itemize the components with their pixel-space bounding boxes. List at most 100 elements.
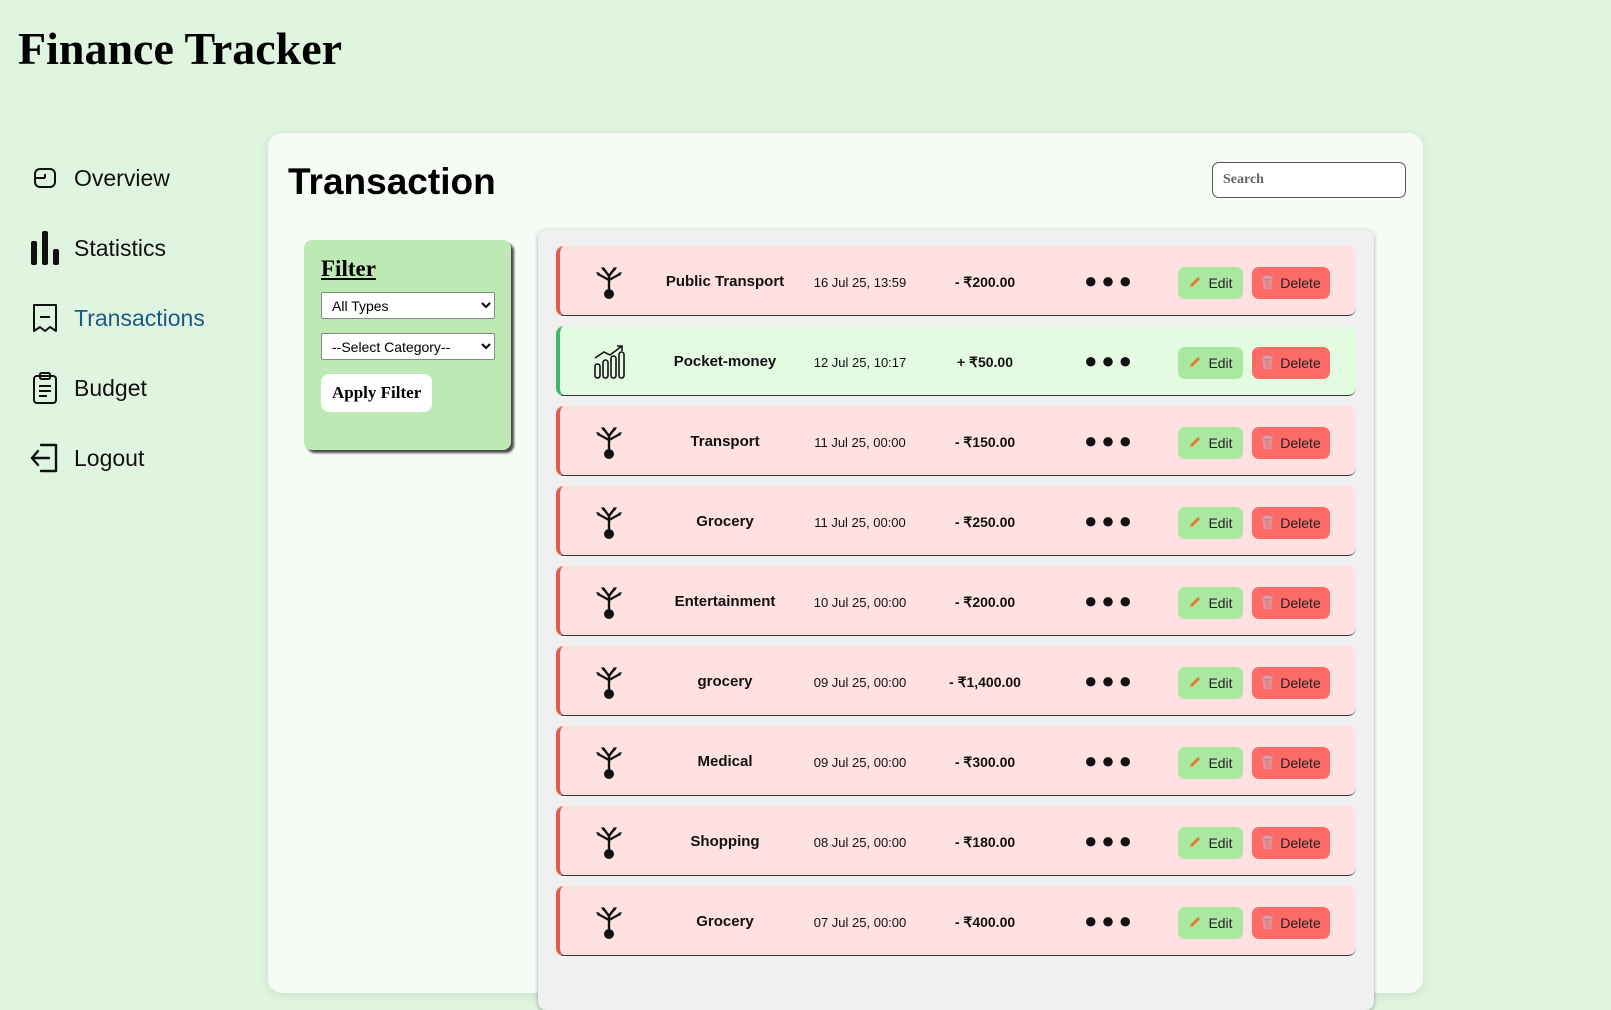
apply-filter-button[interactable]: Apply Filter [321,374,433,412]
transaction-list[interactable]: Public Transport 16 Jul 25, 13:59 - ₹200… [538,230,1374,1010]
transaction-category: Medical [697,753,753,770]
transaction-row[interactable]: Pocket-money 12 Jul 25, 10:17 + ₹50.00 ●… [556,326,1356,396]
sidebar-item-transactions[interactable]: Transactions [28,295,248,341]
transaction-category: Transport [690,433,760,450]
sidebar-item-logout[interactable]: Logout [28,435,248,481]
delete-button-label: Delete [1280,515,1321,531]
delete-button-label: Delete [1280,675,1321,691]
more-options-icon[interactable]: ●●● [1080,668,1140,694]
trash-icon [1261,675,1274,692]
transactions-card: Transaction Filter All Types --Select Ca… [268,133,1423,1010]
more-options-icon[interactable]: ●●● [1080,588,1140,614]
transaction-row[interactable]: Shopping 08 Jul 25, 00:00 - ₹180.00 ●●● … [556,806,1356,876]
delete-button[interactable]: Delete [1252,507,1330,539]
pencil-icon [1188,275,1202,292]
transaction-row[interactable]: Entertainment 10 Jul 25, 00:00 - ₹200.00… [556,566,1356,636]
edit-button[interactable]: Edit [1178,427,1243,459]
search-input[interactable] [1212,162,1406,198]
transaction-date: 09 Jul 25, 00:00 [813,755,907,770]
edit-button[interactable]: Edit [1178,827,1243,859]
delete-button[interactable]: Delete [1252,587,1330,619]
more-options-icon[interactable]: ●●● [1080,428,1140,454]
transaction-date: 08 Jul 25, 00:00 [813,835,907,850]
delete-button-label: Delete [1280,595,1321,611]
transaction-row[interactable]: Medical 09 Jul 25, 00:00 - ₹300.00 ●●● E… [556,726,1356,796]
edit-button[interactable]: Edit [1178,667,1243,699]
expense-icon [592,424,626,460]
transaction-row[interactable]: Grocery 07 Jul 25, 00:00 - ₹400.00 ●●● E… [556,886,1356,956]
more-options-icon[interactable]: ●●● [1080,348,1140,374]
expense-icon [592,264,626,300]
more-options-icon[interactable]: ●●● [1080,828,1140,854]
transaction-amount: - ₹400.00 [954,914,1016,930]
delete-button-label: Delete [1280,755,1321,771]
edit-button[interactable]: Edit [1178,507,1243,539]
delete-button-label: Delete [1280,355,1321,371]
edit-button[interactable]: Edit [1178,587,1243,619]
delete-button[interactable]: Delete [1252,427,1330,459]
edit-button-label: Edit [1208,915,1233,931]
pencil-icon [1188,355,1202,372]
delete-button[interactable]: Delete [1252,667,1330,699]
transaction-date: 16 Jul 25, 13:59 [813,275,907,290]
sidebar-item-overview[interactable]: Overview [28,155,248,201]
delete-button-label: Delete [1280,435,1321,451]
pencil-icon [1188,755,1202,772]
transaction-amount: - ₹250.00 [954,514,1016,530]
delete-button[interactable]: Delete [1252,907,1330,939]
delete-button[interactable]: Delete [1252,267,1330,299]
edit-button-label: Edit [1208,435,1233,451]
transaction-category: grocery [697,673,753,690]
sidebar-item-label: Budget [74,374,147,401]
delete-button-label: Delete [1280,275,1321,291]
transaction-row[interactable]: grocery 09 Jul 25, 00:00 - ₹1,400.00 ●●●… [556,646,1356,716]
delete-button[interactable]: Delete [1252,827,1330,859]
more-options-icon[interactable]: ●●● [1080,748,1140,774]
type-select[interactable]: All Types [321,292,495,319]
sidebar-item-label: Statistics [74,234,167,261]
transaction-row[interactable]: Public Transport 16 Jul 25, 13:59 - ₹200… [556,246,1356,316]
transaction-date: 11 Jul 25, 00:00 [814,515,906,530]
delete-button[interactable]: Delete [1252,347,1330,379]
delete-button-label: Delete [1280,835,1321,851]
trash-icon [1261,915,1274,932]
category-select[interactable]: --Select Category-- [321,333,495,360]
app-title: Finance Tracker [18,23,343,74]
expense-icon [592,584,626,620]
sidebar-item-label: Transactions [74,304,205,331]
delete-button-label: Delete [1280,915,1321,931]
expense-icon [592,744,626,780]
trash-icon [1261,275,1274,292]
page-title: Transaction [288,161,496,202]
filter-panel: Filter All Types --Select Category-- App… [304,240,511,450]
edit-button[interactable]: Edit [1178,267,1243,299]
expense-icon [592,504,626,540]
sidebar-item-statistics[interactable]: Statistics [28,225,248,271]
transaction-amount: - ₹200.00 [954,274,1016,290]
edit-button[interactable]: Edit [1178,347,1243,379]
edit-button[interactable]: Edit [1178,747,1243,779]
transaction-category: Pocket-money [673,353,777,370]
sidebar-item-budget[interactable]: Budget [28,365,248,411]
pencil-icon [1188,515,1202,532]
trash-icon [1261,595,1274,612]
transaction-row[interactable]: Grocery 11 Jul 25, 00:00 - ₹250.00 ●●● E… [556,486,1356,556]
delete-button[interactable]: Delete [1252,747,1330,779]
pencil-icon [1188,675,1202,692]
edit-button-label: Edit [1208,835,1233,851]
transaction-amount: - ₹180.00 [954,834,1016,850]
pencil-icon [1188,915,1202,932]
edit-button[interactable]: Edit [1178,907,1243,939]
transaction-amount: - ₹300.00 [954,754,1016,770]
edit-button-label: Edit [1208,595,1233,611]
transaction-date: 12 Jul 25, 10:17 [813,355,907,370]
more-options-icon[interactable]: ●●● [1080,268,1140,294]
trash-icon [1261,435,1274,452]
edit-button-label: Edit [1208,515,1233,531]
pencil-icon [1188,435,1202,452]
transaction-category: Shopping [690,833,760,850]
transaction-row[interactable]: Transport 11 Jul 25, 00:00 - ₹150.00 ●●●… [556,406,1356,476]
more-options-icon[interactable]: ●●● [1080,508,1140,534]
more-options-icon[interactable]: ●●● [1080,908,1140,934]
trash-icon [1261,755,1274,772]
